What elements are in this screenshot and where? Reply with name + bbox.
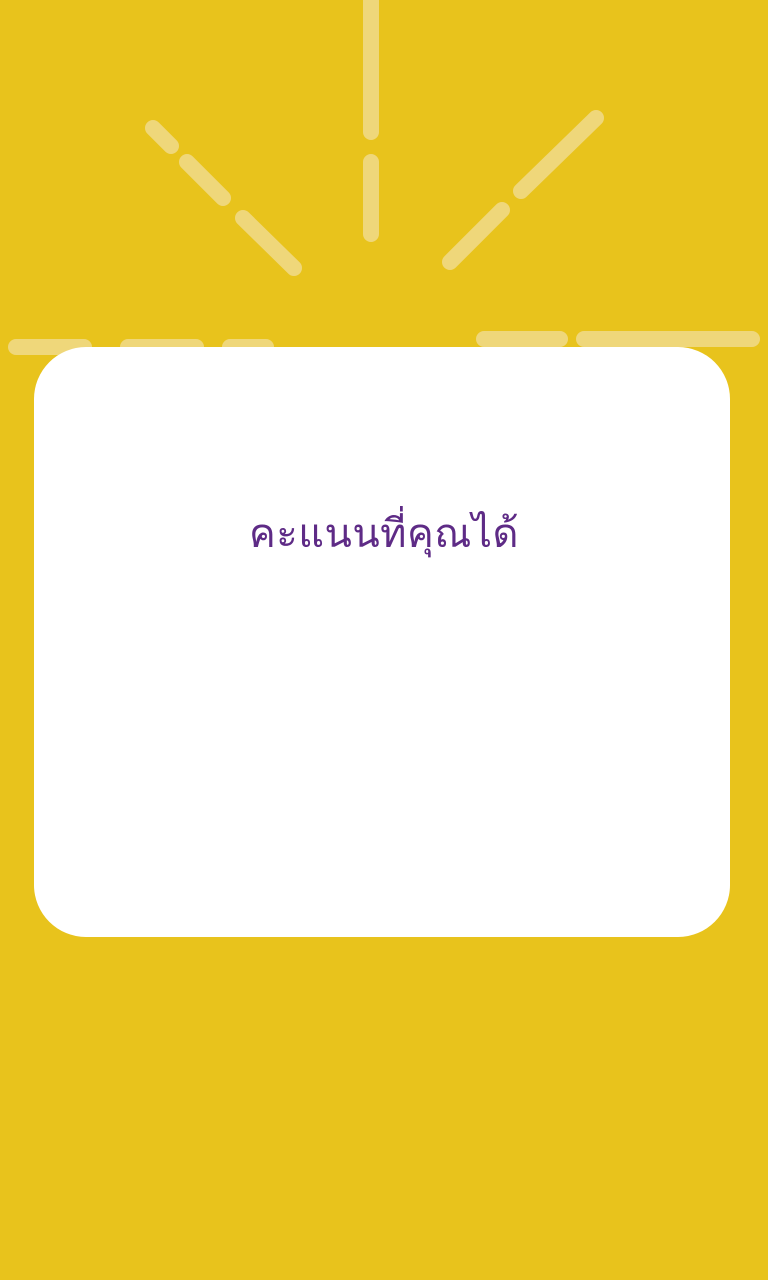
score-card-title: คะแนนที่คุณได้ bbox=[248, 511, 520, 557]
ray-segment bbox=[235, 210, 302, 276]
ray-segment bbox=[442, 202, 510, 270]
score-screen: คะแนนที่คุณได้ bbox=[0, 0, 768, 1280]
sunburst-rays-decoration bbox=[8, 0, 760, 355]
ray-segment bbox=[145, 120, 179, 154]
score-card bbox=[34, 347, 730, 937]
ray-segment bbox=[179, 154, 231, 206]
ray-segment bbox=[513, 110, 604, 199]
